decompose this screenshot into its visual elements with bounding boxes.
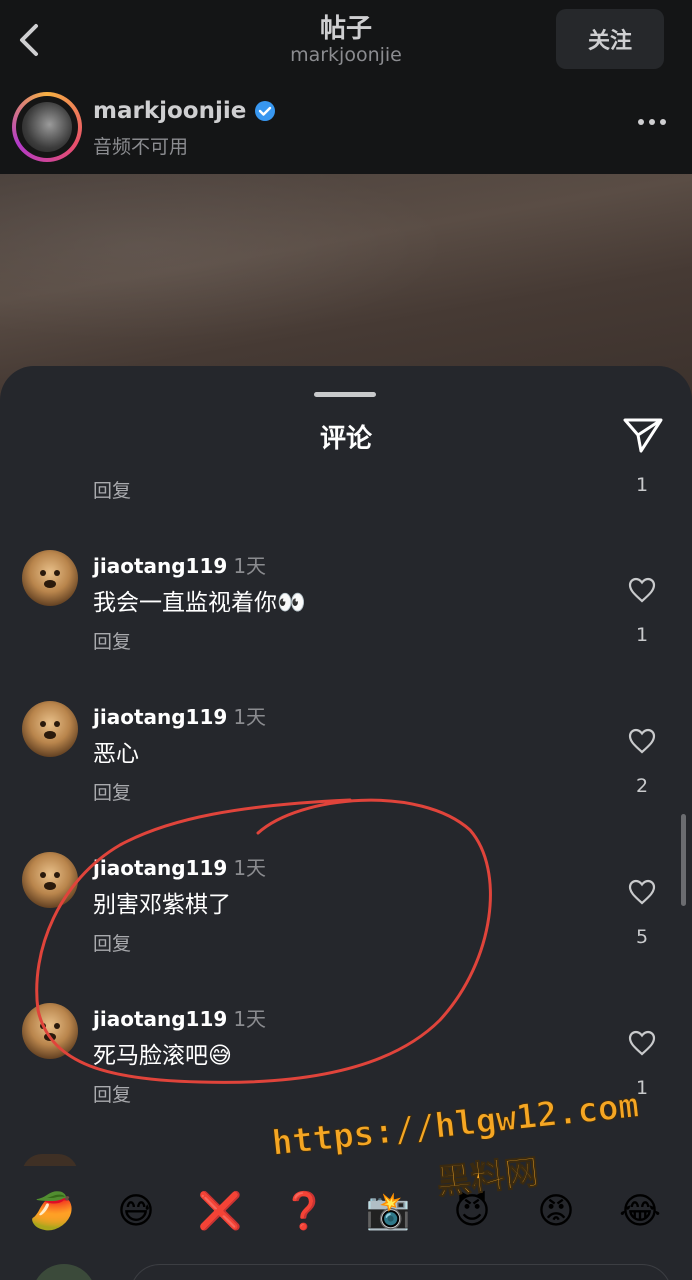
commenter-username[interactable]: jiaotang119 — [93, 554, 227, 578]
top-bar: 帖子 markjoonjie 关注 — [0, 0, 692, 80]
comment-item: jiaotang119 1天 我会一直监视着你👀 回复 1 — [0, 550, 692, 680]
commenter-avatar[interactable] — [22, 1003, 78, 1059]
comment-text: 恶心 — [93, 741, 139, 767]
comment-item: jiaotang119 1天 恶心 回复 2 — [0, 701, 692, 831]
author-avatar[interactable] — [12, 92, 82, 162]
screen: 帖子 markjoonjie 关注 markjoonjie 音频不可用 评论 回… — [0, 0, 692, 1280]
commenter-username[interactable]: jiaotang119 — [93, 856, 227, 880]
watermark-site-name: 黑料网 — [434, 1152, 541, 1203]
comment-time: 1天 — [233, 856, 267, 880]
audio-status: 音频不可用 — [93, 136, 189, 158]
emoji-sweat-smile-button[interactable]: 😅 — [110, 1186, 162, 1238]
like-count: 1 — [635, 624, 649, 646]
comment-header: jiaotang119 1天 — [93, 701, 266, 730]
reply-button[interactable]: 回复 — [93, 778, 131, 805]
author-name-row[interactable]: markjoonjie — [93, 98, 276, 124]
emoji-cross-button[interactable]: ❌ — [194, 1186, 246, 1238]
comment-input-bar — [0, 1256, 692, 1280]
commenter-avatar[interactable] — [22, 550, 78, 606]
like-count: 1 — [635, 474, 649, 496]
my-avatar — [32, 1264, 96, 1280]
sheet-grabber[interactable] — [314, 392, 376, 397]
comment-time: 1天 — [233, 705, 267, 729]
comment-header: jiaotang119 1天 — [93, 550, 266, 579]
commenter-avatar[interactable] — [22, 852, 78, 908]
comments-title: 评论 — [319, 424, 372, 454]
reply-button[interactable]: 回复 — [93, 929, 131, 956]
comment-header: jiaotang119 1天 — [93, 852, 266, 881]
emoji-mango-button[interactable]: 🥭 — [26, 1186, 78, 1238]
comment-header: jiaotang119 1天 — [93, 1003, 266, 1032]
comment-input[interactable] — [130, 1264, 672, 1280]
commenter-avatar[interactable] — [22, 701, 78, 757]
reply-button[interactable]: 回复 — [93, 627, 131, 654]
verified-badge-icon — [255, 101, 276, 121]
more-options-icon[interactable] — [636, 116, 668, 128]
heart-icon[interactable] — [628, 879, 656, 905]
like-count: 2 — [635, 775, 649, 797]
comment-text: 别害邓紫棋了 — [93, 892, 231, 918]
author-name: markjoonjie — [93, 98, 247, 124]
heart-icon[interactable] — [628, 728, 656, 754]
heart-icon[interactable] — [628, 1030, 656, 1056]
reply-button[interactable]: 回复 — [93, 1080, 131, 1107]
like-count: 5 — [635, 926, 649, 948]
comment-text: 我会一直监视着你👀 — [93, 590, 306, 616]
commenter-username[interactable]: jiaotang119 — [93, 1007, 227, 1031]
comment-time: 1天 — [233, 1007, 267, 1031]
comment-time: 1天 — [233, 554, 267, 578]
commenter-username[interactable]: jiaotang119 — [93, 705, 227, 729]
author-row: markjoonjie 音频不可用 — [0, 80, 692, 174]
comment-item: jiaotang119 1天 别害邓紫棋了 回复 5 — [0, 852, 692, 982]
reply-button[interactable]: 回复 — [93, 476, 131, 503]
heart-icon[interactable] — [628, 577, 656, 603]
share-send-icon[interactable] — [622, 416, 664, 454]
follow-button[interactable]: 关注 — [556, 9, 664, 69]
comment-text: 死马脸滚吧😅 — [93, 1043, 232, 1069]
scrollbar[interactable] — [681, 814, 686, 906]
